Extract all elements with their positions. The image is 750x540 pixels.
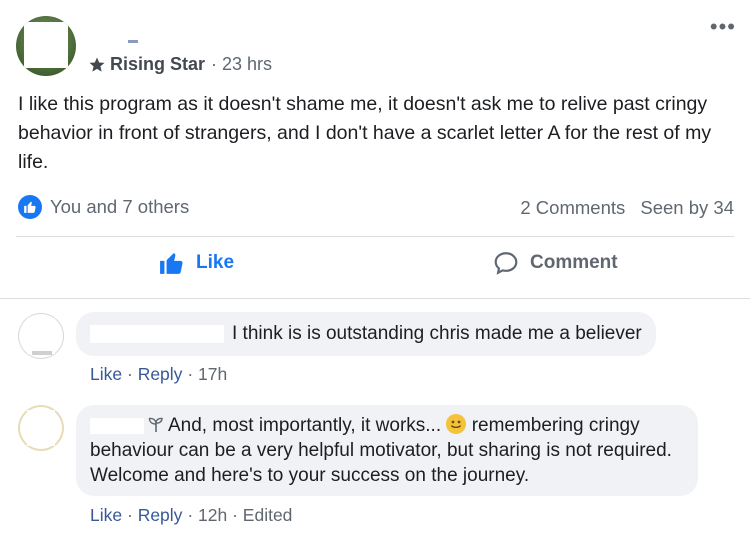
comment-bubble: I think is is outstanding chris made me … bbox=[76, 312, 656, 356]
sprout-badge-icon bbox=[148, 417, 163, 432]
rising-star-badge[interactable]: Rising Star bbox=[110, 54, 205, 75]
reactions-text[interactable]: You and 7 others bbox=[50, 196, 189, 218]
comment-reply-link[interactable]: Reply bbox=[138, 364, 183, 384]
comment-reply-link[interactable]: Reply bbox=[138, 505, 183, 525]
rising-star-icon bbox=[89, 57, 105, 72]
comment-time[interactable]: 17h bbox=[198, 364, 227, 384]
post-time[interactable]: · 23 hrs bbox=[211, 54, 272, 75]
comment-time[interactable]: 12h bbox=[198, 505, 227, 525]
comment-like-link[interactable]: Like bbox=[90, 364, 122, 384]
post-actions: Like Comment bbox=[0, 250, 750, 288]
comment-bubble-icon bbox=[494, 252, 518, 275]
seen-by[interactable]: Seen by 34 bbox=[640, 197, 734, 218]
comment-like-link[interactable]: Like bbox=[90, 505, 122, 525]
author-avatar[interactable] bbox=[16, 16, 76, 76]
more-options-icon[interactable]: ••• bbox=[710, 16, 736, 38]
post-text: I like this program as it doesn't shame … bbox=[18, 93, 712, 173]
thumbs-up-icon bbox=[160, 253, 183, 274]
post-meta: Rising Star · 23 hrs bbox=[88, 54, 272, 75]
comment-avatar[interactable] bbox=[18, 313, 64, 359]
smiley-emoji-icon bbox=[446, 414, 467, 434]
commenter-name-redacted[interactable] bbox=[90, 324, 224, 343]
comment-actions: Like · Reply · 17h bbox=[90, 364, 228, 384]
comment-avatar[interactable] bbox=[18, 405, 64, 451]
comment-actions: Like · Reply · 12h · Edited bbox=[90, 505, 293, 525]
author-name-redacted[interactable] bbox=[128, 40, 138, 43]
comments-section: I think is is outstanding chris made me … bbox=[0, 298, 750, 540]
divider bbox=[16, 236, 734, 237]
reactions-summary[interactable]: You and 7 others bbox=[18, 195, 189, 219]
comment-text-part1: And, most importantly, it works... bbox=[168, 415, 442, 436]
post-stats: 2 Comments Seen by 34 bbox=[510, 197, 734, 219]
comment-text: I think is is outstanding chris made me … bbox=[232, 323, 642, 344]
comment-button-label: Comment bbox=[530, 252, 618, 273]
comment-button[interactable]: Comment bbox=[492, 250, 618, 276]
like-reaction-icon bbox=[18, 195, 42, 219]
comment-edited[interactable]: Edited bbox=[243, 505, 293, 525]
like-button[interactable]: Like bbox=[158, 250, 234, 276]
comment-bubble: And, most importantly, it works... remem… bbox=[76, 405, 698, 496]
commenter-name-redacted[interactable] bbox=[90, 417, 144, 434]
like-button-label: Like bbox=[196, 252, 235, 273]
comments-count[interactable]: 2 Comments bbox=[520, 197, 625, 218]
post: Rising Star · 23 hrs ••• I like this pro… bbox=[0, 0, 750, 298]
